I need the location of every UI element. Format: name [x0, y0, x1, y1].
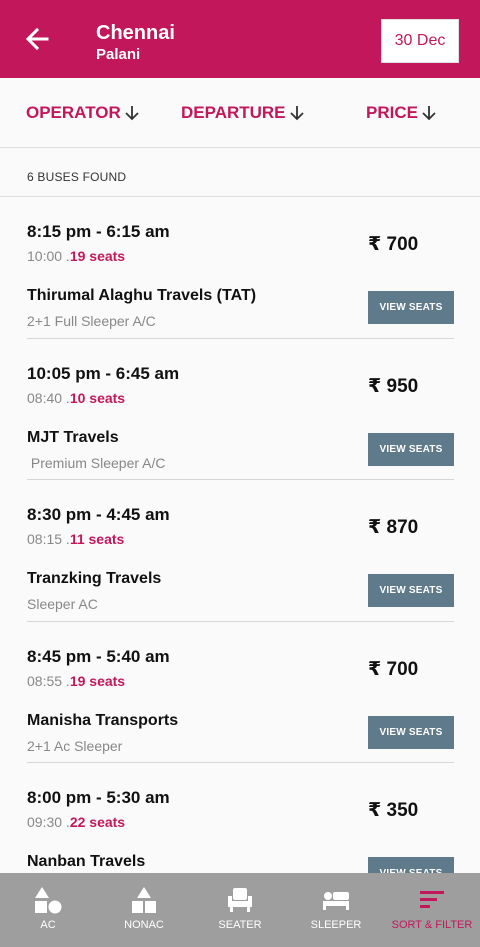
app-root: Chennai Palani 30 Dec OPERATOR DEPARTURE…: [0, 0, 480, 947]
sort-price-label: PRICE: [366, 103, 418, 122]
sort-filter-label: SORT & FILTER: [391, 919, 473, 931]
bus-operator-name: Thirumal Alaghu Travels (TAT): [27, 287, 257, 304]
filter-ac-label: AC: [40, 919, 56, 931]
bus-price: ₹ 700: [368, 658, 419, 680]
shapes-icon: [130, 886, 158, 914]
bus-meta: 08:15 .11 seats: [27, 531, 124, 547]
bus-meta: 09:30 .22 seats: [27, 814, 125, 830]
sort-bar: OPERATOR DEPARTURE PRICE: [0, 78, 480, 148]
bus-time: 8:15 pm - 6:15 am: [27, 222, 170, 241]
sort-filter-button[interactable]: SORT & FILTER: [384, 873, 480, 947]
bus-type: Premium Sleeper A/C: [27, 454, 166, 471]
bus-duration: 08:55 .: [27, 672, 70, 689]
bus-time: 8:45 pm - 5:40 am: [27, 646, 170, 666]
bus-card[interactable]: 8:15 pm - 6:15 am 10:00 .19 seats ₹ 700 …: [0, 197, 480, 339]
sort-operator-label: OPERATOR: [26, 103, 121, 122]
view-seats-button[interactable]: VIEW SEATS: [368, 291, 454, 324]
bus-operator-name: Tranzking Travels: [27, 570, 162, 587]
bus-duration: 08:40 .: [27, 389, 70, 406]
filter-seater-button[interactable]: SEATER: [192, 873, 288, 947]
bed-icon: [321, 886, 351, 914]
bus-price: ₹ 870: [368, 517, 419, 538]
app-header: Chennai Palani 30 Dec: [0, 0, 480, 78]
bus-type: 2+1 Full Sleeper A/C: [27, 313, 156, 329]
bottom-filter-bar: AC NONAC SEATER SLEEPER SORT & FILTER: [0, 873, 480, 947]
bus-duration: 08:15 .: [27, 531, 70, 547]
bus-operator-name: MJT Travels: [27, 428, 119, 446]
results-count: 6 BUSES FOUND: [27, 170, 127, 184]
route-title: Chennai Palani: [96, 21, 175, 65]
filter-sleeper-button[interactable]: SLEEPER: [288, 873, 384, 947]
filter-sleeper-label: SLEEPER: [310, 919, 362, 931]
bus-card[interactable]: 8:30 pm - 4:45 am 08:15 .11 seats ₹ 870 …: [0, 480, 480, 622]
back-arrow-icon[interactable]: [22, 24, 52, 54]
shapes-icon: [34, 886, 62, 914]
view-seats-button[interactable]: VIEW SEATS: [368, 432, 454, 466]
origin-city: Chennai: [96, 22, 175, 44]
bus-time: 10:05 pm - 6:45 am: [27, 363, 180, 383]
bus-card[interactable]: 10:05 pm - 6:45 am 08:40 .10 seats ₹ 950…: [0, 339, 480, 480]
bus-seats: 10 seats: [69, 389, 126, 406]
bus-type: 2+1 Ac Sleeper: [27, 737, 123, 754]
bus-time: 8:30 pm - 4:45 am: [27, 505, 170, 524]
sort-operator-button[interactable]: OPERATOR: [26, 103, 139, 123]
filter-nonac-button[interactable]: NONAC: [96, 873, 192, 947]
bus-meta: 10:00 .19 seats: [27, 248, 125, 264]
sort-departure-label: DEPARTURE: [181, 103, 286, 122]
arrow-down-icon: [289, 106, 304, 121]
view-seats-button[interactable]: VIEW SEATS: [368, 574, 454, 607]
bus-duration: 09:30 .: [27, 814, 70, 830]
bus-duration: 10:00 .: [27, 248, 70, 264]
bus-price: ₹ 950: [368, 375, 419, 397]
bus-price: ₹ 700: [368, 234, 419, 255]
destination-city: Palani: [96, 46, 141, 63]
view-seats-button[interactable]: VIEW SEATS: [368, 715, 454, 749]
bus-price: ₹ 350: [368, 800, 419, 821]
bus-list: 8:15 pm - 6:15 am 10:00 .19 seats ₹ 700 …: [0, 197, 480, 905]
arrow-down-icon: [422, 106, 436, 121]
bus-seats: 11 seats: [69, 531, 125, 547]
bus-card[interactable]: 8:45 pm - 5:40 am 08:55 .19 seats ₹ 700 …: [0, 622, 480, 763]
bus-seats: 19 seats: [69, 248, 126, 264]
filter-ac-button[interactable]: AC: [0, 873, 96, 947]
date-button[interactable]: 30 Dec: [381, 19, 459, 63]
bus-seats: 22 seats: [69, 814, 126, 830]
bus-meta: 08:40 .10 seats: [27, 390, 125, 406]
sort-departure-button[interactable]: DEPARTURE: [181, 103, 304, 123]
filter-seater-label: SEATER: [218, 919, 262, 931]
bus-type: Sleeper AC: [27, 596, 98, 612]
bus-operator-name: Nanban Travels: [27, 853, 146, 870]
sort-price-button[interactable]: PRICE: [366, 103, 436, 123]
filter-nonac-label: NONAC: [124, 919, 164, 931]
seat-icon: [226, 886, 254, 914]
bus-time: 8:00 pm - 5:30 am: [27, 788, 170, 807]
bus-seats: 19 seats: [69, 672, 126, 689]
arrow-down-icon: [125, 106, 139, 121]
sort-lines-icon: [418, 886, 446, 914]
bus-operator-name: Manisha Transports: [27, 711, 179, 729]
bus-meta: 08:55 .19 seats: [27, 673, 125, 689]
